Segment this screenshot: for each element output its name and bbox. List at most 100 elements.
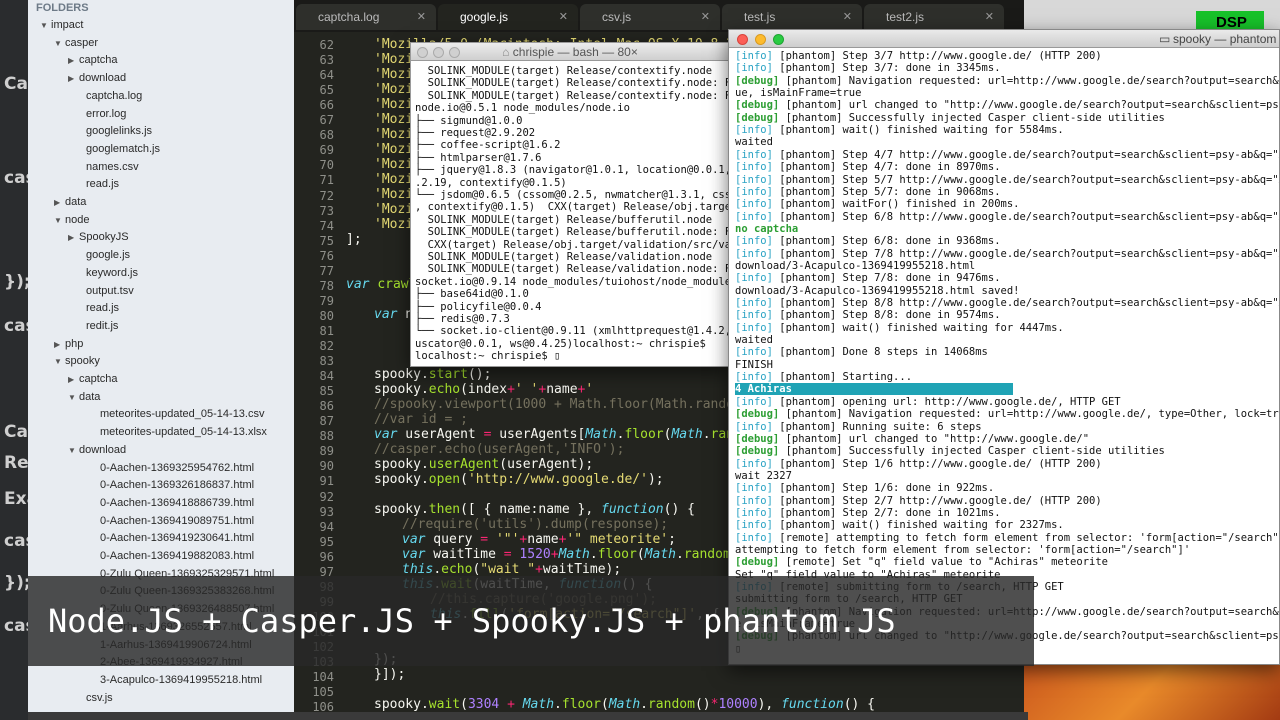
terminal-line: 4 Achiras xyxy=(735,383,1014,396)
sidebar-file-item[interactable]: google.js xyxy=(86,247,130,264)
sidebar-file-item[interactable]: read.js xyxy=(86,176,119,193)
terminal-line: SOLINK_MODULE(target) Release/contextify… xyxy=(415,65,713,77)
disclosure-closed-icon[interactable]: ▶ xyxy=(54,336,65,353)
disclosure-closed-icon[interactable]: ▶ xyxy=(54,194,65,211)
disclosure-open-icon[interactable]: ▼ xyxy=(54,353,65,370)
zoom-icon[interactable] xyxy=(773,34,784,45)
line-number: 82 xyxy=(319,339,334,353)
zoom-icon[interactable] xyxy=(449,47,460,58)
sidebar-file-item[interactable]: 0-Aachen-1369419230641.html xyxy=(100,530,254,547)
log-text: ue, isMainFrame=true xyxy=(735,87,862,100)
caption-text: Node.JS + Casper.JS + Spooky.JS + phanto… xyxy=(48,602,896,640)
bash-terminal-window[interactable]: ⌂ chrispie — bash — 80× SOLINK_MODULE(ta… xyxy=(410,42,730,367)
sidebar-folder-item[interactable]: ▼ spooky xyxy=(54,353,100,370)
editor-tab[interactable]: google.js ✕ xyxy=(438,4,578,30)
spooky-titlebar[interactable]: ▭ spooky — phantom xyxy=(729,30,1279,48)
close-icon[interactable] xyxy=(737,34,748,45)
sidebar-file-item[interactable]: googlematch.js xyxy=(86,141,160,158)
background-text-fragment: cas xyxy=(4,616,30,636)
log-tag: [info] xyxy=(735,457,773,470)
sidebar-file-item[interactable]: keyword.js xyxy=(86,265,138,282)
log-tag: [info] xyxy=(735,161,773,174)
disclosure-open-icon[interactable]: ▼ xyxy=(54,35,65,52)
editor-tab[interactable]: csv.js ✕ xyxy=(580,4,720,30)
sidebar-file-item[interactable]: meteorites-updated_05-14-13.csv xyxy=(100,406,264,423)
sidebar-file-item[interactable]: output.tsv xyxy=(86,283,134,300)
sidebar-folder-item[interactable]: ▼ data xyxy=(68,389,100,406)
sidebar-file-item[interactable]: 3-Acapulco-1369419955218.html xyxy=(100,672,262,689)
terminal-line: [debug] [phantom] Successfully injected … xyxy=(735,112,1165,124)
sidebar-folder-item[interactable]: ▶ captcha xyxy=(68,371,118,388)
line-number: 92 xyxy=(319,489,334,504)
caption-overlay: Node.JS + Casper.JS + Spooky.JS + phanto… xyxy=(28,576,1034,666)
sidebar-file-item[interactable]: error.log xyxy=(86,106,126,123)
disclosure-closed-icon[interactable]: ▶ xyxy=(68,52,79,69)
spooky-terminal-window[interactable]: ▭ spooky — phantom [info] [phantom] Step… xyxy=(728,29,1280,665)
log-tag: [info] xyxy=(735,50,773,62)
log-text: [phantom] Step 3/7: done in 3345ms. xyxy=(772,62,1001,75)
sidebar-file-item[interactable]: redit.js xyxy=(86,318,118,335)
minimize-icon[interactable] xyxy=(433,47,444,58)
tab-close-icon[interactable]: ✕ xyxy=(985,4,994,30)
log-tag: [info] xyxy=(735,519,773,532)
sidebar-folder-item[interactable]: ▶ SpookyJS xyxy=(68,229,129,246)
sidebar-item-label: 0-Aachen-1369326186837.html xyxy=(100,479,255,492)
sidebar-folder-item[interactable]: ▶ captcha xyxy=(68,52,118,69)
terminal-line: [info] [phantom] Step 6/8 http://www.goo… xyxy=(735,211,1279,223)
sidebar-item-label: casper xyxy=(65,36,99,49)
minimize-icon[interactable] xyxy=(755,34,766,45)
line-number: 83 xyxy=(319,354,334,369)
disclosure-open-icon[interactable]: ▼ xyxy=(68,442,79,459)
disclosure-open-icon[interactable]: ▼ xyxy=(40,17,51,34)
spooky-output[interactable]: [info] [phantom] Step 3/7 http://www.goo… xyxy=(729,48,1279,664)
log-text: [phantom] Step 1/6 http://www.google.de/… xyxy=(772,457,1102,470)
disclosure-closed-icon[interactable]: ▶ xyxy=(68,371,79,388)
terminal-line: download/3-Acapulco-1369419955218.html xyxy=(735,260,975,272)
bash-output[interactable]: SOLINK_MODULE(target) Release/contextify… xyxy=(411,61,729,362)
tab-close-icon[interactable]: ✕ xyxy=(417,4,426,30)
sidebar-folder-item[interactable]: ▼ impact xyxy=(40,17,83,34)
editor-tab[interactable]: test2.js ✕ xyxy=(864,4,1004,30)
terminal-line: [info] [remote] attempting to fetch form… xyxy=(735,532,1279,544)
sidebar-file-item[interactable]: googlelinks.js xyxy=(86,123,152,140)
editor-tab[interactable]: test.js ✕ xyxy=(722,4,862,30)
sidebar-file-item[interactable]: csv.js xyxy=(86,690,113,707)
sidebar-file-item[interactable]: 0-Aachen-1369419882083.html xyxy=(100,548,254,565)
sidebar-file-item[interactable]: 0-Aachen-1369418886739.html xyxy=(100,495,254,512)
sidebar-item-label: names.csv xyxy=(86,160,139,173)
sidebar-folder-item[interactable]: ▼ download xyxy=(68,442,126,459)
disclosure-closed-icon[interactable]: ▶ xyxy=(68,229,79,246)
sidebar-file-item[interactable]: 0-Aachen-1369325954762.html xyxy=(100,460,254,477)
sidebar-folder-item[interactable]: ▶ php xyxy=(54,336,83,353)
sidebar-item-label: meteorites-updated_05-14-13.csv xyxy=(100,408,265,421)
disclosure-open-icon[interactable]: ▼ xyxy=(54,212,65,229)
disclosure-closed-icon[interactable]: ▶ xyxy=(68,70,79,87)
sidebar-file-item[interactable]: read.js xyxy=(86,300,119,317)
tab-close-icon[interactable]: ✕ xyxy=(701,4,710,30)
line-number: 67 xyxy=(319,113,334,128)
sidebar-file-item[interactable]: names.csv xyxy=(86,159,139,176)
sidebar-item-label: php xyxy=(65,337,84,350)
editor-tab[interactable]: captcha.log ✕ xyxy=(296,4,436,30)
line-number: 68 xyxy=(319,128,334,143)
sidebar-file-item[interactable]: meteorites-updated_05-14-13.xlsx xyxy=(100,424,267,441)
bash-titlebar[interactable]: ⌂ chrispie — bash — 80× xyxy=(411,43,729,61)
sidebar-folder-item[interactable]: ▼ node xyxy=(54,212,89,229)
sidebar-folder-item[interactable]: ▶ data xyxy=(54,194,86,211)
sidebar-folder-item[interactable]: ▶ download xyxy=(68,70,126,87)
terminal-line: SOLINK_MODULE(target) Release/validation… xyxy=(415,251,713,263)
close-icon[interactable] xyxy=(417,47,428,58)
terminal-line: ├── sigmund@1.0.0 xyxy=(415,114,523,127)
sidebar-item-label: read.js xyxy=(86,178,120,191)
tab-label: google.js xyxy=(460,10,509,24)
disclosure-open-icon[interactable]: ▼ xyxy=(68,389,79,406)
sidebar-file-item[interactable]: 0-Aachen-1369419089751.html xyxy=(100,513,254,530)
sidebar-file-item[interactable]: 0-Aachen-1369326186837.html xyxy=(100,477,254,494)
sidebar-folder-item[interactable]: ▼ casper xyxy=(54,35,98,52)
line-number: 104 xyxy=(312,670,334,685)
tab-close-icon[interactable]: ✕ xyxy=(843,4,852,30)
sidebar-item-label: spooky xyxy=(65,355,100,368)
log-tag: [info] xyxy=(735,494,773,507)
tab-close-icon[interactable]: ✕ xyxy=(559,4,568,30)
sidebar-file-item[interactable]: captcha.log xyxy=(86,88,142,105)
